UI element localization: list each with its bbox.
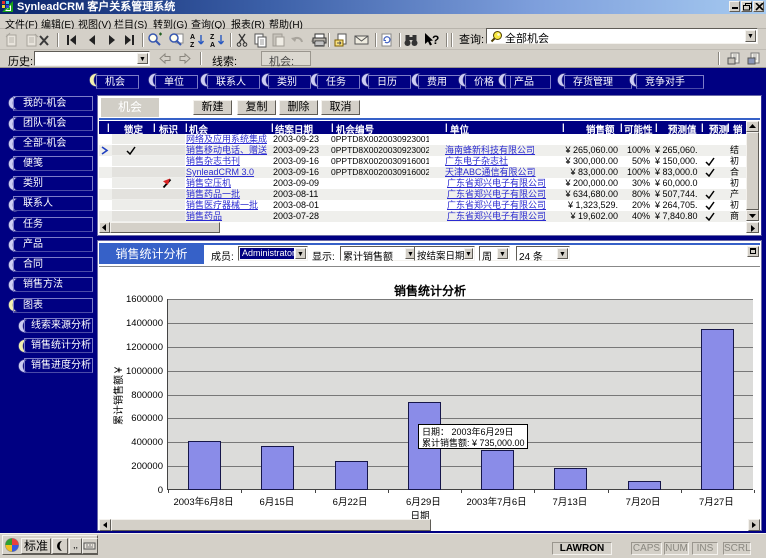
svg-text:A: A <box>190 34 195 41</box>
svg-text:Z: Z <box>190 42 195 48</box>
svg-text:Z: Z <box>210 34 215 41</box>
svg-text:A: A <box>210 42 215 48</box>
svg-text:?: ? <box>432 33 439 47</box>
